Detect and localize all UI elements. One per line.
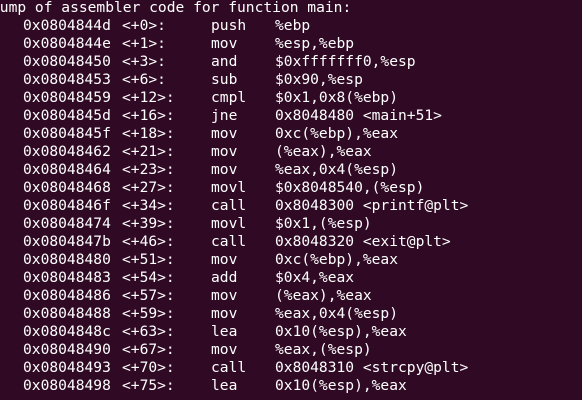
instruction-address: 0x08048464 bbox=[23, 161, 111, 178]
instruction-operands: 0x8048300 <printf@plt> bbox=[275, 197, 469, 214]
instruction-mnemonic: mov bbox=[211, 143, 238, 160]
instruction-mnemonic: movl bbox=[211, 179, 247, 196]
instruction-operands: 0x10(%esp),%eax bbox=[275, 377, 407, 394]
instruction-mnemonic: push bbox=[211, 17, 247, 34]
instruction-operands: 0x8048310 <strcpy@plt> bbox=[275, 359, 469, 376]
instruction-mnemonic: jne bbox=[211, 107, 238, 124]
instruction-mnemonic: lea bbox=[211, 323, 238, 340]
instruction-offset: <+67>: bbox=[122, 341, 175, 358]
instruction-address: 0x0804846f bbox=[23, 197, 111, 214]
instruction-operands: %eax,(%esp) bbox=[275, 341, 372, 358]
instruction-offset: <+12>: bbox=[122, 89, 175, 106]
instruction-mnemonic: mov bbox=[211, 287, 238, 304]
instruction-address: 0x08048474 bbox=[23, 215, 111, 232]
instruction-operands: 0x8048480 <main+51> bbox=[275, 107, 442, 124]
instruction-address: 0x08048493 bbox=[23, 359, 111, 376]
instruction-offset: <+16>: bbox=[122, 107, 175, 124]
instruction-offset: <+75>: bbox=[122, 377, 175, 394]
instruction-address: 0x08048468 bbox=[23, 179, 111, 196]
instruction-offset: <+54>: bbox=[122, 269, 175, 286]
instruction-offset: <+3>: bbox=[122, 53, 166, 70]
instruction-operands: (%eax),%eax bbox=[275, 287, 372, 304]
instruction-address: 0x08048462 bbox=[23, 143, 111, 160]
instruction-address: 0x08048490 bbox=[23, 341, 111, 358]
instruction-operands: $0x1,(%esp) bbox=[275, 215, 372, 232]
instruction-mnemonic: cmpl bbox=[211, 89, 247, 106]
instruction-mnemonic: sub bbox=[211, 71, 238, 88]
instruction-mnemonic: movl bbox=[211, 215, 247, 232]
terminal-window[interactable]: Dump of assembler code for function main… bbox=[0, 0, 582, 400]
instruction-address: 0x0804844d bbox=[23, 17, 111, 34]
instruction-address: 0x0804845d bbox=[23, 107, 111, 124]
instruction-offset: <+0>: bbox=[122, 17, 166, 34]
instruction-operands: %eax,0x4(%esp) bbox=[275, 161, 399, 178]
instruction-mnemonic: and bbox=[211, 53, 238, 70]
instruction-offset: <+18>: bbox=[122, 125, 175, 142]
instruction-address: 0x0804848c bbox=[23, 323, 111, 340]
instruction-operands: %eax,0x4(%esp) bbox=[275, 305, 399, 322]
instruction-offset: <+21>: bbox=[122, 143, 175, 160]
instruction-operands: $0x90,%esp bbox=[275, 71, 363, 88]
instruction-address: 0x08048483 bbox=[23, 269, 111, 286]
instruction-operands: $0x4,%eax bbox=[275, 269, 355, 286]
instruction-offset: <+1>: bbox=[122, 35, 166, 52]
instruction-offset: <+27>: bbox=[122, 179, 175, 196]
instruction-mnemonic: mov bbox=[211, 161, 238, 178]
instruction-address: 0x0804844e bbox=[23, 35, 111, 52]
instruction-operands: $0x8048540,(%esp) bbox=[275, 179, 425, 196]
instruction-address: 0x08048453 bbox=[23, 71, 111, 88]
instruction-operands: 0xc(%ebp),%eax bbox=[275, 251, 399, 268]
instruction-address: 0x08048459 bbox=[23, 89, 111, 106]
instruction-mnemonic: mov bbox=[211, 35, 238, 52]
instruction-address: 0x08048488 bbox=[23, 305, 111, 322]
instruction-operands: 0x8048320 <exit@plt> bbox=[275, 233, 451, 250]
instruction-address: 0x0804845f bbox=[23, 125, 111, 142]
instruction-operands: $0xfffffff0,%esp bbox=[275, 53, 416, 70]
instruction-offset: <+59>: bbox=[122, 305, 175, 322]
instruction-mnemonic: call bbox=[211, 359, 247, 376]
instruction-mnemonic: mov bbox=[211, 341, 238, 358]
instruction-offset: <+23>: bbox=[122, 161, 175, 178]
instruction-offset: <+51>: bbox=[122, 251, 175, 268]
instruction-offset: <+6>: bbox=[122, 71, 166, 88]
instruction-address: 0x08048480 bbox=[23, 251, 111, 268]
instruction-mnemonic: mov bbox=[211, 125, 238, 142]
instruction-mnemonic: mov bbox=[211, 251, 238, 268]
instruction-address: 0x08048498 bbox=[23, 377, 111, 394]
instruction-offset: <+63>: bbox=[122, 323, 175, 340]
instruction-mnemonic: call bbox=[211, 233, 247, 250]
instruction-operands: %ebp bbox=[275, 17, 311, 34]
instruction-address: 0x0804847b bbox=[23, 233, 111, 250]
instruction-offset: <+70>: bbox=[122, 359, 175, 376]
disassembly-header: Dump of assembler code for function main… bbox=[0, 0, 352, 16]
instruction-offset: <+57>: bbox=[122, 287, 175, 304]
instruction-operands: $0x1,0x8(%ebp) bbox=[275, 89, 399, 106]
instruction-mnemonic: add bbox=[211, 269, 238, 286]
instruction-operands: 0xc(%ebp),%eax bbox=[275, 125, 399, 142]
instruction-offset: <+39>: bbox=[122, 215, 175, 232]
instruction-operands: (%eax),%eax bbox=[275, 143, 372, 160]
instruction-mnemonic: call bbox=[211, 197, 247, 214]
instruction-offset: <+34>: bbox=[122, 197, 175, 214]
instruction-address: 0x08048486 bbox=[23, 287, 111, 304]
instruction-mnemonic: lea bbox=[211, 377, 238, 394]
instruction-offset: <+46>: bbox=[122, 233, 175, 250]
instruction-operands: %esp,%ebp bbox=[275, 35, 355, 52]
instruction-mnemonic: mov bbox=[211, 305, 238, 322]
instruction-operands: 0x10(%esp),%eax bbox=[275, 323, 407, 340]
instruction-address: 0x08048450 bbox=[23, 53, 111, 70]
